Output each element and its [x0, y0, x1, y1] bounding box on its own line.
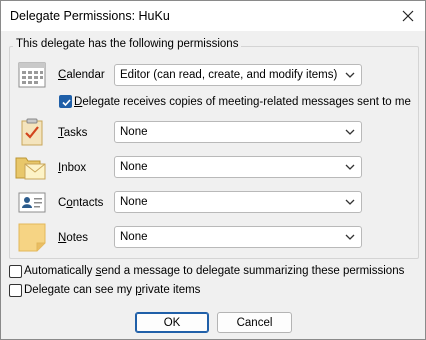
notes-label: Notes — [58, 232, 89, 244]
close-button[interactable] — [397, 5, 419, 27]
permissions-group-title: This delegate has the following permissi… — [13, 38, 242, 50]
inbox-icon — [15, 151, 47, 183]
calendar-permission-select[interactable]: Editor (can read, create, and modify ite… — [114, 64, 362, 86]
inbox-permission-value: None — [120, 161, 148, 173]
notes-permission-value: None — [120, 231, 148, 243]
contacts-label: Contacts — [58, 197, 104, 209]
checkmark-icon — [62, 99, 71, 107]
window-title: Delegate Permissions: HuKu — [10, 9, 170, 23]
close-icon — [402, 10, 414, 22]
cancel-button[interactable]: Cancel — [217, 312, 292, 333]
contacts-permission-select[interactable]: None — [114, 191, 362, 213]
chevron-down-icon — [345, 129, 355, 135]
tasks-label: Tasks — [58, 127, 88, 139]
notes-icon — [16, 221, 48, 253]
tasks-permission-select[interactable]: None — [114, 121, 362, 143]
auto-send-summary-checkbox[interactable] — [9, 265, 22, 278]
notes-permission-select[interactable]: None — [114, 226, 362, 248]
contacts-permission-value: None — [120, 196, 148, 208]
chevron-down-icon — [345, 234, 355, 240]
calendar-icon — [16, 59, 48, 91]
title-bar: Delegate Permissions: HuKu — [1, 1, 425, 31]
meeting-copies-checkbox[interactable] — [59, 95, 72, 108]
delegate-permissions-dialog: Delegate Permissions: HuKu This delegate… — [0, 0, 426, 340]
contacts-icon — [16, 186, 48, 218]
inbox-label: Inbox — [58, 162, 87, 174]
calendar-label: Calendar — [58, 69, 105, 81]
chevron-down-icon — [345, 72, 355, 78]
private-items-checkbox[interactable] — [9, 284, 22, 297]
ok-button[interactable]: OK — [135, 312, 209, 333]
meeting-copies-label: Delegate receives copies of meeting-rela… — [74, 96, 411, 108]
chevron-down-icon — [345, 199, 355, 205]
tasks-icon — [16, 116, 48, 148]
private-items-label: Delegate can see my private items — [24, 284, 201, 296]
inbox-permission-select[interactable]: None — [114, 156, 362, 178]
tasks-permission-value: None — [120, 126, 148, 138]
auto-send-summary-label: Automatically send a message to delegate… — [24, 265, 405, 277]
calendar-permission-value: Editor (can read, create, and modify ite… — [120, 69, 338, 81]
chevron-down-icon — [345, 164, 355, 170]
